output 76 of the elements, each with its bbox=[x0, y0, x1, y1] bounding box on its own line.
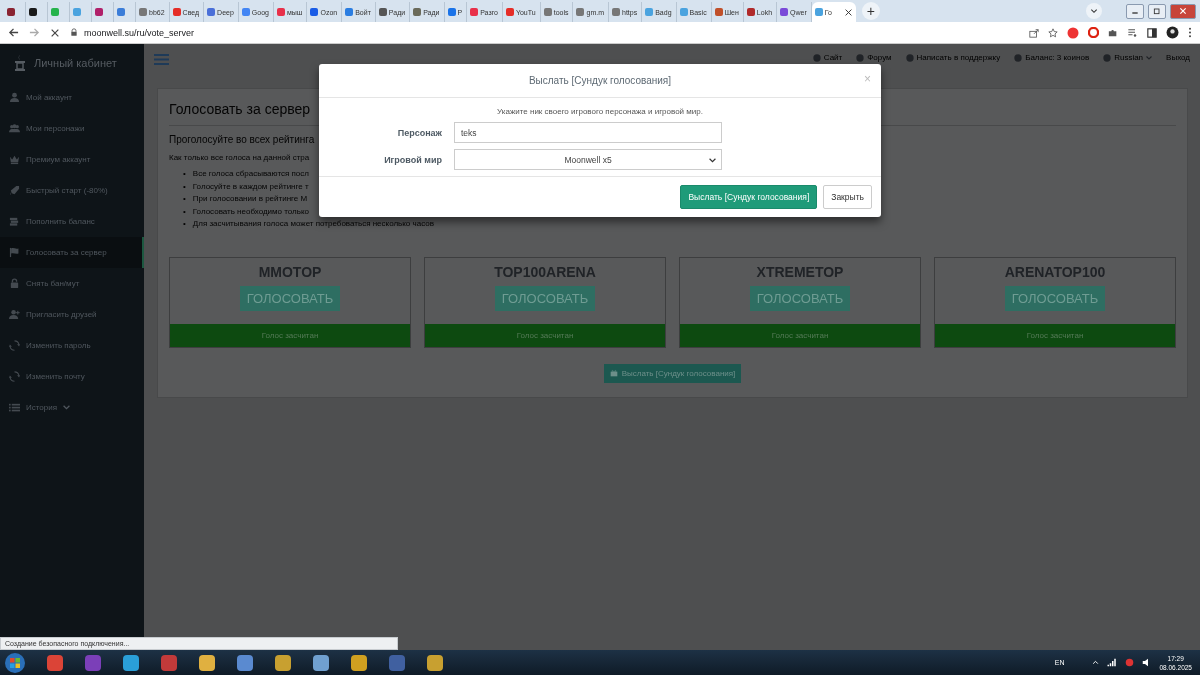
dialog-title: Выслать [Сундук голосования] bbox=[528, 75, 672, 86]
close-icon bbox=[1179, 7, 1187, 15]
sidepanel-icon bbox=[1147, 27, 1157, 38]
signal-icon bbox=[1107, 658, 1118, 667]
app-icon bbox=[388, 653, 406, 672]
share-icon bbox=[1029, 27, 1039, 38]
section-heading: Проголосуйте во всех рейтинга bbox=[169, 134, 315, 145]
minimize-button[interactable] bbox=[1126, 3, 1144, 19]
app-icon bbox=[350, 653, 368, 672]
person-plus-icon bbox=[9, 309, 20, 320]
lock-icon bbox=[70, 28, 78, 37]
address-bar[interactable]: moonwell.su/ru/vote_server bbox=[84, 27, 195, 38]
bullet-mark: • bbox=[183, 168, 186, 180]
app-icon bbox=[46, 653, 64, 672]
world-select[interactable]: Moonwell x5 bbox=[454, 149, 722, 170]
app-icon bbox=[236, 653, 254, 672]
restore-icon bbox=[1153, 7, 1161, 15]
star-icon bbox=[1048, 27, 1058, 38]
field-label: Персонаж bbox=[396, 127, 443, 138]
restore-button[interactable] bbox=[1148, 3, 1166, 19]
rating-name: ARENATOP100 bbox=[1004, 263, 1106, 280]
app-icon bbox=[122, 653, 140, 672]
chevron-down-icon bbox=[1090, 7, 1098, 15]
vote-status: Голос засчитан bbox=[680, 323, 920, 347]
character-input[interactable]: teks bbox=[454, 122, 722, 143]
close-icon bbox=[844, 8, 852, 16]
flag-icon bbox=[9, 247, 20, 258]
crown-icon bbox=[9, 154, 20, 165]
vote-status: Голос засчитан bbox=[425, 323, 665, 347]
new-tab-button[interactable]: + bbox=[861, 2, 880, 20]
rule-text: При голосовании в рейтинге М bbox=[192, 193, 308, 205]
app-icon bbox=[160, 653, 178, 672]
close-button[interactable] bbox=[1170, 3, 1196, 19]
stop-icon bbox=[50, 27, 60, 38]
vote-status: Голос засчитан bbox=[170, 323, 410, 347]
app-icon bbox=[274, 653, 292, 672]
rating-name: TOP100ARENA bbox=[494, 263, 596, 280]
rating-name: XTREMETOP bbox=[756, 263, 844, 280]
app-icon bbox=[198, 653, 216, 672]
bullet-mark: • bbox=[183, 205, 186, 218]
chevron-down-icon bbox=[1146, 54, 1153, 61]
rule-text: Голосовать необходимо только bbox=[192, 205, 309, 218]
app-icon bbox=[426, 653, 444, 672]
refresh-icon bbox=[9, 340, 20, 351]
forward-icon bbox=[29, 27, 40, 38]
chevron-down-icon bbox=[709, 157, 716, 164]
profile-icon bbox=[1166, 26, 1179, 39]
dialog-hint: Укажите ник своего игрового персонажа и игровой мир. bbox=[497, 107, 703, 116]
rating-name: MMOTOP bbox=[258, 263, 322, 280]
people-icon bbox=[9, 123, 20, 134]
chevron-down-icon bbox=[63, 404, 71, 411]
intro-text: Как только все голоса на данной стра bbox=[169, 153, 310, 162]
app-icon bbox=[84, 653, 102, 672]
menu-icon bbox=[1188, 27, 1192, 38]
chevron-up-icon bbox=[1092, 659, 1100, 666]
person-icon bbox=[9, 92, 20, 103]
rule-text: Все голоса сбрасываются посл bbox=[192, 168, 309, 180]
back-icon bbox=[8, 27, 19, 38]
rule-text: Для засчитывания голоса может потребоваться несколько часов bbox=[192, 218, 434, 230]
gift-icon bbox=[609, 369, 618, 377]
bullet-mark: • bbox=[183, 218, 186, 230]
app-icon bbox=[312, 653, 330, 672]
menu-icon bbox=[154, 53, 169, 66]
list-icon bbox=[9, 402, 20, 413]
field-label: Игровой мир bbox=[383, 154, 443, 165]
tab-search-button[interactable] bbox=[1086, 3, 1102, 19]
vote-status: Голос засчитан bbox=[935, 323, 1175, 347]
close-dialog-button[interactable]: Закрыть bbox=[823, 185, 872, 209]
sidebar-title: Личный кабинет bbox=[34, 57, 117, 69]
lock-icon bbox=[9, 278, 20, 289]
refresh-icon bbox=[9, 371, 20, 382]
rule-text: Голосуйте в каждом рейтинге т bbox=[192, 180, 309, 193]
bullet-mark: • bbox=[183, 180, 186, 193]
windows-logo-icon bbox=[4, 651, 26, 674]
playlist-icon bbox=[1127, 27, 1138, 38]
bullet-mark: • bbox=[183, 193, 186, 205]
